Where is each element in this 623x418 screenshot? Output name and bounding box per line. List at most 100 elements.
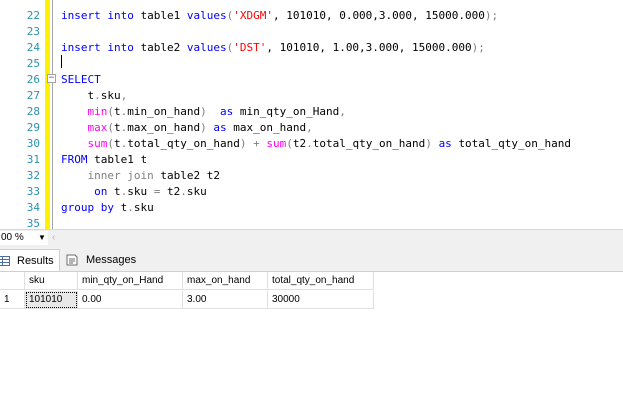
code-token: , xyxy=(339,105,346,118)
code-token: ); xyxy=(471,41,485,54)
outline-bar xyxy=(52,0,53,229)
code-token: ) xyxy=(200,121,214,134)
sql-editor[interactable]: 22 23 24 25 26 27 28 29 30 31 32 33 34 35 − insert in… xyxy=(0,0,623,229)
code-line[interactable]: insert into table2 values('DST', 101010,… xyxy=(61,40,621,56)
code-token: table2 xyxy=(140,41,187,54)
code-token: sku xyxy=(127,185,154,198)
code-token: sku xyxy=(100,89,121,102)
code-token: t2 xyxy=(292,137,307,150)
column-header-sku[interactable]: sku xyxy=(25,272,78,290)
code-token: values xyxy=(186,9,227,22)
line-number: 33 xyxy=(26,185,40,198)
line-number-gutter: 22 23 24 25 26 27 28 29 30 31 32 33 34 35 xyxy=(0,0,42,229)
cell-total-qty-on-hand[interactable]: 30000 xyxy=(268,291,374,309)
zoom-dropdown[interactable]: 00 % ▼ xyxy=(0,231,48,245)
code-token: 'XDGM' xyxy=(233,9,273,22)
code-line[interactable]: on t.sku = t2.sku xyxy=(61,184,621,200)
code-token: SELECT xyxy=(61,73,101,86)
code-token: ) xyxy=(200,105,207,118)
results-grid-icon xyxy=(0,256,10,266)
column-header-total-qty-on-hand[interactable]: total_qty_on_hand xyxy=(268,272,374,290)
line-number: 32 xyxy=(26,169,40,182)
code-token: t xyxy=(114,137,121,150)
line-number: 27 xyxy=(26,89,40,102)
messages-icon xyxy=(66,254,78,266)
line-number: 35 xyxy=(26,217,40,229)
code-token: min_qty_on_Hand xyxy=(239,105,340,118)
code-token: , 101010, 1.00,3.000, 15000.000 xyxy=(266,41,472,54)
tab-results[interactable]: Results xyxy=(0,249,60,271)
code-line[interactable]: t.sku, xyxy=(61,88,621,104)
code-token: sum xyxy=(87,137,108,150)
code-token: 'DST' xyxy=(233,41,267,54)
code-token: ); xyxy=(484,9,499,22)
column-header-max-on-hand[interactable]: max_on_hand xyxy=(183,272,268,290)
code-line[interactable] xyxy=(61,216,621,229)
code-token: table1 xyxy=(140,9,187,22)
line-number: 29 xyxy=(26,121,40,134)
code-token: . xyxy=(127,201,134,214)
code-line[interactable] xyxy=(61,24,621,40)
code-token: t xyxy=(114,121,121,134)
code-token: , 101010, 0.000,3.000, 15000.000 xyxy=(272,9,485,22)
tab-messages[interactable]: Messages xyxy=(62,249,140,271)
code-line[interactable]: SELECT xyxy=(61,72,621,88)
collapse-select-block-icon[interactable]: − xyxy=(47,74,56,83)
code-token: = xyxy=(153,185,167,198)
code-line[interactable] xyxy=(61,56,621,72)
code-token: max_on_hand xyxy=(127,121,201,134)
code-line[interactable]: sum(t.total_qty_on_hand) + sum(t2.total_… xyxy=(61,136,621,152)
tab-results-label: Results xyxy=(17,255,54,267)
code-token: sum xyxy=(266,137,287,150)
code-token: as xyxy=(438,137,459,150)
code-token: ( xyxy=(107,105,114,118)
code-token: ) + xyxy=(239,137,267,150)
cell-max-on-hand[interactable]: 3.00 xyxy=(183,291,268,309)
code-token: , xyxy=(306,121,313,134)
line-number: 24 xyxy=(26,41,40,54)
code-token: ( xyxy=(107,121,114,134)
code-token: . xyxy=(180,185,187,198)
line-number: 31 xyxy=(26,153,40,166)
code-token: max_on_hand xyxy=(233,121,307,134)
cell-sku[interactable]: 101010 xyxy=(25,291,78,309)
code-line[interactable]: min(t.min_on_hand) as min_qty_on_Hand, xyxy=(61,104,621,120)
line-number: 22 xyxy=(26,9,40,22)
line-number: 23 xyxy=(26,25,40,38)
code-token: insert into xyxy=(61,9,141,22)
results-tabstrip: Results Messages xyxy=(0,246,623,272)
chevron-down-icon: ▼ xyxy=(38,233,46,242)
tab-messages-label: Messages xyxy=(86,254,137,266)
code-line[interactable]: insert into table1 values('XDGM', 101010… xyxy=(61,8,621,24)
column-header-min-qty-on-hand[interactable]: min_qty_on_Hand xyxy=(78,272,183,290)
code-line[interactable]: FROM table1 t xyxy=(61,152,621,168)
code-token: table1 t xyxy=(94,153,148,166)
row-number[interactable]: 1 xyxy=(0,291,25,309)
code-line[interactable]: max(t.max_on_hand) as max_on_hand, xyxy=(61,120,621,136)
code-token: as xyxy=(213,121,234,134)
code-line[interactable]: inner join table2 t2 xyxy=(61,168,621,184)
code-token: sku xyxy=(186,185,207,198)
grid-corner[interactable] xyxy=(0,272,25,290)
code-token: . xyxy=(94,89,101,102)
cell-min-qty-on-hand[interactable]: 0.00 xyxy=(78,291,183,309)
code-token: , xyxy=(120,89,128,102)
code-token: table2 t2 xyxy=(160,169,220,182)
code-token: FROM xyxy=(61,153,95,166)
code-token: . xyxy=(306,137,313,150)
editor-status-strip: 00 % ▼ ‹ xyxy=(0,229,623,246)
scroll-left-icon[interactable]: ‹ xyxy=(52,231,62,245)
code-token: total_qty_on_hand xyxy=(458,137,572,150)
line-number: 28 xyxy=(26,105,40,118)
code-token: min xyxy=(87,105,108,118)
code-token: sku xyxy=(133,201,154,214)
code-token: group by xyxy=(61,201,121,214)
code-token: insert into xyxy=(61,41,141,54)
code-token: min_on_hand xyxy=(127,105,201,118)
code-line[interactable]: group by t.sku xyxy=(61,200,621,216)
